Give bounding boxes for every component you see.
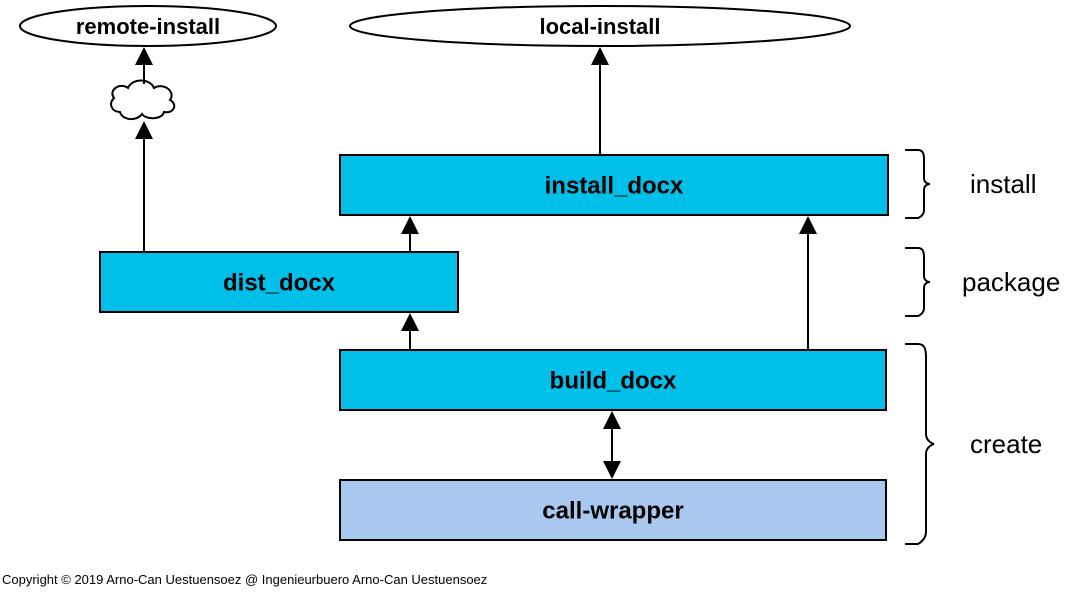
oval-local-install: local-install <box>350 6 850 46</box>
bracket-package <box>905 248 930 316</box>
box-dist-docx: dist_docx <box>100 252 458 312</box>
box-call-wrapper-label: call-wrapper <box>542 497 683 524</box>
copyright-text: Copyright © 2019 Arno-Can Uestuensoez @ … <box>2 572 487 587</box>
bracket-create <box>905 344 934 544</box>
box-install-docx-label: install_docx <box>545 172 684 199</box>
box-call-wrapper: call-wrapper <box>340 480 886 540</box>
box-install-docx: install_docx <box>340 155 888 215</box>
box-dist-docx-label: dist_docx <box>223 269 336 296</box>
cloud-icon <box>111 81 174 120</box>
box-build-docx-label: build_docx <box>550 367 677 394</box>
oval-remote-install-label: remote-install <box>76 14 220 39</box>
stage-create-label: create <box>970 429 1042 459</box>
oval-local-install-label: local-install <box>539 14 660 39</box>
stage-package-label: package <box>962 267 1060 297</box>
stage-install-label: install <box>970 169 1036 199</box>
oval-remote-install: remote-install <box>20 6 276 46</box>
bracket-install <box>905 150 930 218</box>
box-build-docx: build_docx <box>340 350 886 410</box>
